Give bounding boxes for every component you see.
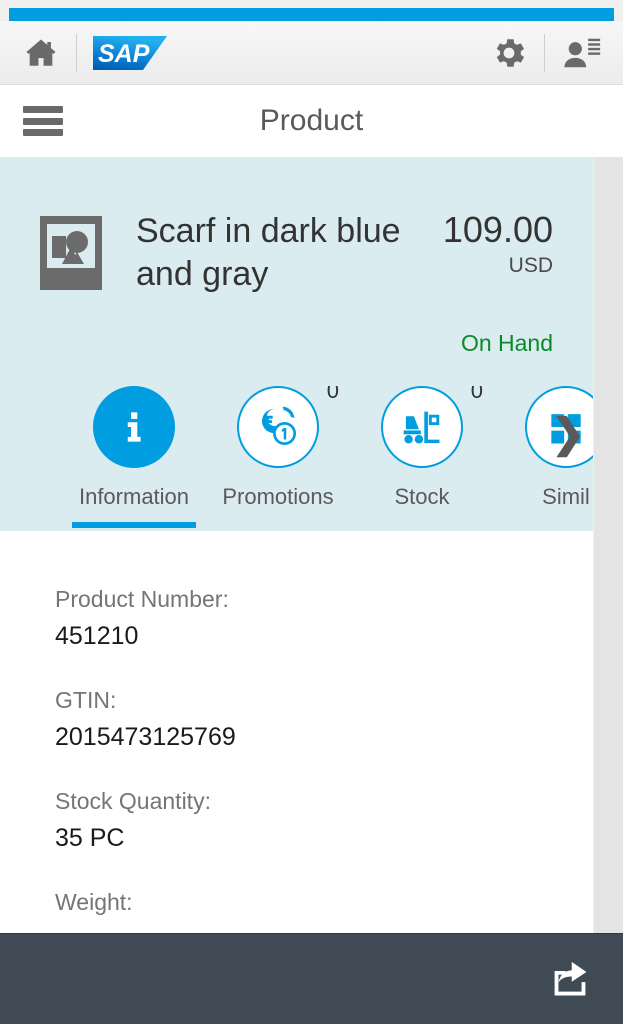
tab-similar-label: Simil xyxy=(542,484,590,509)
promotions-coins-icon xyxy=(262,406,297,446)
product-currency: USD xyxy=(508,254,553,277)
field-value: 451210 xyxy=(55,622,139,650)
tab-information[interactable]: Information xyxy=(62,386,206,528)
app-root: SAP Product Scarf in dark blue and gray … xyxy=(0,0,623,1024)
chevron-right-icon[interactable]: ❯ xyxy=(551,414,585,454)
icon-tab-bar: Information 0 Promotions 0 Stock Simil ❯ xyxy=(0,386,593,531)
forklift-icon xyxy=(403,411,440,444)
tab-promotions-underline xyxy=(216,522,340,528)
share-icon xyxy=(554,961,587,996)
field-label: Stock Quantity: xyxy=(55,788,211,814)
field-value: 2015473125769 xyxy=(55,723,236,751)
share-button[interactable] xyxy=(549,958,591,1000)
user-icon xyxy=(564,38,601,67)
vertical-scrollbar[interactable] xyxy=(593,158,623,933)
status-badge: On Hand xyxy=(460,330,553,356)
scrollbar-thumb[interactable] xyxy=(594,158,623,298)
shell-bar-left: SAP xyxy=(22,33,167,72)
object-header: Scarf in dark blue and gray 109.00 USD O… xyxy=(0,158,593,531)
tab-similar[interactable]: Simil xyxy=(494,386,593,528)
info-icon xyxy=(127,412,141,442)
shell-bar: SAP xyxy=(0,21,623,85)
tab-stock-label: Stock xyxy=(394,484,450,509)
tab-stock-circle: 0 xyxy=(381,386,483,468)
settings-button[interactable] xyxy=(490,34,528,72)
tab-promotions-count: 0 xyxy=(326,386,339,403)
product-title: Scarf in dark blue and gray xyxy=(136,212,401,293)
tab-promotions[interactable]: 0 Promotions xyxy=(206,386,350,528)
field-label: Weight: xyxy=(55,889,133,915)
tab-promotions-label: Promotions xyxy=(222,484,334,509)
home-button[interactable] xyxy=(22,36,60,70)
footer-toolbar xyxy=(0,933,623,1024)
field-value: 35 PC xyxy=(55,824,125,852)
tab-stock-underline xyxy=(360,522,484,528)
home-icon xyxy=(26,39,56,66)
top-accent-strip xyxy=(0,0,623,21)
field-label: Product Number: xyxy=(55,586,229,612)
sap-logo[interactable]: SAP xyxy=(93,35,167,70)
accent-bar xyxy=(9,8,614,21)
tab-information-underline xyxy=(72,522,196,528)
shell-bar-right xyxy=(490,33,601,72)
tab-promotions-circle: 0 xyxy=(237,386,339,468)
tab-information-circle xyxy=(93,386,175,468)
gear-icon xyxy=(496,38,525,67)
field-stock-quantity: Stock Quantity: 35 PC xyxy=(55,788,593,853)
tab-similar-underline xyxy=(504,522,593,528)
shell-divider-left xyxy=(76,33,77,72)
page-header: Product xyxy=(0,85,623,158)
object-header-row: Scarf in dark blue and gray 109.00 USD xyxy=(0,158,593,296)
field-product-number: Product Number: 451210 xyxy=(55,586,593,651)
field-weight: Weight: xyxy=(55,889,593,916)
tab-information-label: Information xyxy=(78,484,190,509)
shell-divider-right xyxy=(544,33,545,72)
image-placeholder-icon xyxy=(40,216,102,290)
product-price: 109.00 xyxy=(442,209,553,250)
field-label: GTIN: xyxy=(55,687,117,713)
user-menu-button[interactable] xyxy=(561,34,601,72)
tab-stock-count: 0 xyxy=(470,386,483,403)
price-block: 109.00 USD xyxy=(443,210,563,278)
svg-text:SAP: SAP xyxy=(98,40,150,68)
page-title: Product xyxy=(259,104,364,137)
field-gtin: GTIN: 2015473125769 xyxy=(55,687,593,752)
tab-stock[interactable]: 0 Stock xyxy=(350,386,494,528)
